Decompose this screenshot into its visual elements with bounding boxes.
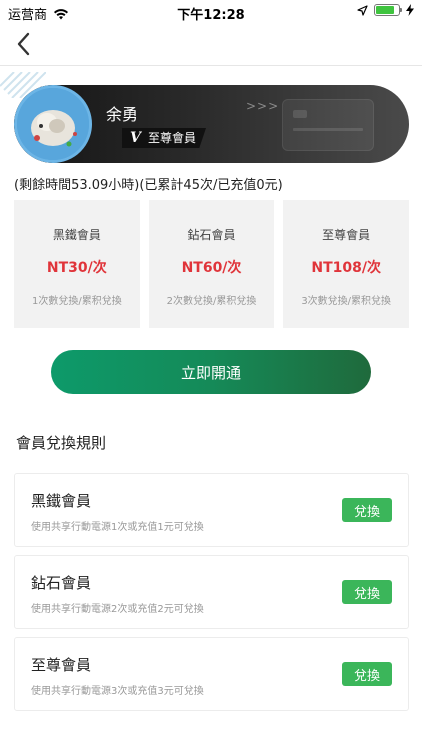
status-bar: 运营商 下午12:28: [0, 0, 422, 24]
tier-price: NT60/次: [181, 260, 242, 276]
vip-v-icon: V: [130, 130, 141, 146]
rule-name: 鉆石會員: [31, 574, 92, 592]
activate-now-button[interactable]: 立即開通: [51, 350, 371, 394]
tier-price: NT30/次: [46, 260, 107, 276]
tier-desc: 1次數兌換/累积兌換: [31, 296, 122, 307]
avatar-image: [17, 88, 89, 160]
membership-summary: (剩餘時間53.09小時)(已累計45次/已充值0元): [14, 178, 283, 193]
rule-desc: 使用共享行動電源3次或充值3元可兌換: [31, 686, 204, 697]
rule-desc: 使用共享行動電源2次或充值2元可兌換: [31, 604, 204, 615]
status-right: [357, 4, 414, 16]
back-button[interactable]: [8, 29, 38, 59]
redeem-button-diamond[interactable]: 兌換: [342, 580, 392, 604]
location-arrow-icon: [357, 4, 368, 16]
chevron-left-icon: [17, 32, 30, 56]
tier-name: 至尊會員: [322, 228, 371, 242]
tier-name: 鉆石會員: [187, 228, 236, 242]
tier-options: 黑鐵會員 NT30/次 1次數兌換/累积兌換 鉆石會員 NT60/次 2次數兌換…: [14, 200, 410, 328]
tier-badge: V 至尊會員: [122, 128, 207, 148]
rule-card-diamond: 鉆石會員 使用共享行動電源2次或充值2元可兌換 兌換: [14, 555, 409, 629]
nav-bar: [0, 24, 422, 66]
redeem-button-iron[interactable]: 兌換: [342, 498, 392, 522]
rule-name: 至尊會員: [31, 656, 92, 674]
tier-desc: 3次數兌換/累积兌換: [301, 296, 392, 307]
charging-bolt-icon: [406, 4, 414, 16]
rules-title: 會員兌換規則: [16, 434, 107, 452]
tier-price: NT108/次: [311, 260, 381, 276]
member-card: 余勇 V 至尊會員 >>>: [14, 85, 409, 163]
rule-card-supreme: 至尊會員 使用共享行動電源3次或充值3元可兌換 兌換: [14, 637, 409, 711]
rule-name: 黑鐵會員: [31, 492, 92, 510]
rule-desc: 使用共享行動電源1次或充值1元可兌換: [31, 522, 204, 533]
rule-card-iron: 黑鐵會員 使用共享行動電源1次或充值1元可兌換 兌換: [14, 473, 409, 547]
redeem-button-supreme[interactable]: 兌換: [342, 662, 392, 686]
avatar[interactable]: [14, 85, 92, 163]
tier-name: 黑鐵會員: [52, 228, 101, 242]
tier-desc: 2次數兌換/累积兌換: [166, 296, 257, 307]
tier-tile-supreme[interactable]: 至尊會員 NT108/次 3次數兌換/累积兌換: [283, 200, 410, 328]
card-decoration: [282, 99, 374, 151]
battery-fill: [376, 6, 394, 14]
tier-tile-iron[interactable]: 黑鐵會員 NT30/次 1次數兌換/累积兌換: [14, 200, 140, 328]
tier-tile-diamond[interactable]: 鉆石會員 NT60/次 2次數兌換/累积兌換: [148, 200, 275, 328]
card-arrows: >>>: [246, 99, 280, 113]
battery-icon: [374, 4, 402, 16]
tier-badge-label: 至尊會員: [148, 131, 197, 145]
username: 余勇: [106, 105, 139, 124]
